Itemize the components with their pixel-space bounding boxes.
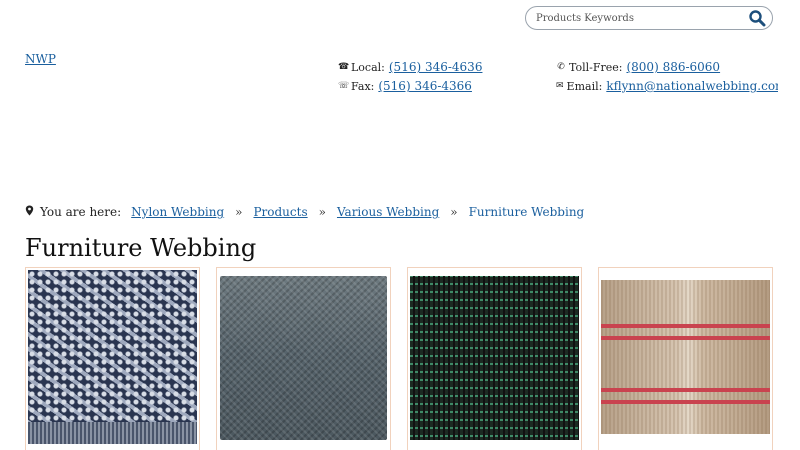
fax-icon: ☏: [338, 81, 350, 91]
tollfree-label: Toll-Free:: [569, 60, 623, 74]
product-card[interactable]: [598, 267, 773, 450]
product-image-elastic-webbing[interactable]: [410, 276, 579, 440]
search-icon[interactable]: [748, 9, 766, 27]
phone-circle-icon: ✆: [557, 62, 565, 72]
email-label: Email:: [566, 79, 603, 93]
product-card[interactable]: [25, 267, 200, 450]
local-label: Local:: [351, 60, 385, 74]
breadcrumb-prefix: You are here:: [40, 205, 122, 219]
product-image-herringbone-webbing[interactable]: [28, 270, 197, 444]
site-logo-link[interactable]: NWP: [25, 52, 56, 66]
breadcrumb-separator: »: [318, 205, 326, 219]
product-image-gray-webbing[interactable]: [220, 276, 387, 440]
contact-tollfree: ✆ Toll-Free: (800) 886-6060: [556, 60, 720, 74]
product-card[interactable]: [407, 267, 582, 450]
email-link[interactable]: kflynn@nationalwebbing.com: [606, 79, 778, 93]
breadcrumb-link-products[interactable]: Products: [253, 205, 307, 219]
phone-icon: ☎: [338, 62, 350, 72]
breadcrumb-link-various-webbing[interactable]: Various Webbing: [337, 205, 439, 219]
fax-link[interactable]: (516) 346-4366: [378, 79, 472, 93]
breadcrumb-separator: »: [235, 205, 243, 219]
contact-fax: ☏ Fax: (516) 346-4366: [338, 79, 472, 93]
fax-label: Fax:: [351, 79, 375, 93]
product-image-jute-webbing[interactable]: [601, 280, 770, 434]
page-title: Furniture Webbing: [25, 234, 257, 262]
breadcrumb-separator: »: [450, 205, 458, 219]
contact-local: ☎ Local: (516) 346-4636: [338, 60, 482, 74]
breadcrumb-link-nylon-webbing[interactable]: Nylon Webbing: [131, 205, 224, 219]
product-card[interactable]: [216, 267, 391, 450]
search-box: [525, 6, 773, 30]
breadcrumb: You are here: Nylon Webbing » Products »…: [25, 205, 584, 219]
contact-email: ✉ Email: kflynn@nationalwebbing.com: [556, 79, 778, 93]
breadcrumb-current: Furniture Webbing: [468, 205, 585, 219]
local-phone-link[interactable]: (516) 346-4636: [389, 60, 483, 74]
search-input[interactable]: [536, 10, 736, 26]
map-marker-icon: [25, 205, 34, 219]
page: NWP ☎ Local: (516) 346-4636 ☏ Fax: (516)…: [0, 0, 800, 450]
tollfree-link[interactable]: (800) 886-6060: [626, 60, 720, 74]
envelope-icon: ✉: [556, 81, 564, 91]
